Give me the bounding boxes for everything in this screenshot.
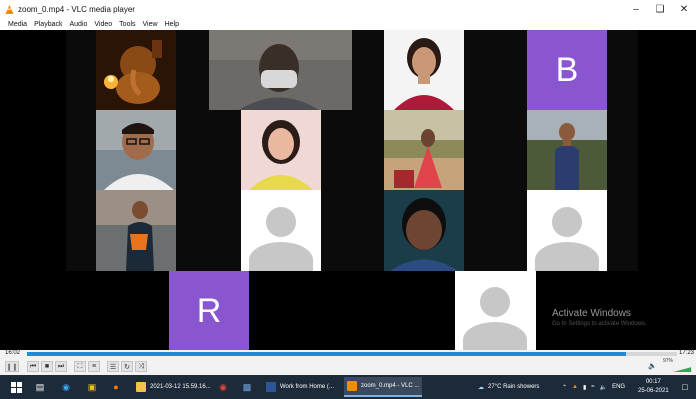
participant-avatar-tile: [455, 271, 536, 350]
folder-icon: [136, 382, 146, 392]
man-glasses-image: [96, 110, 176, 190]
activate-windows-title: Activate Windows: [552, 308, 631, 319]
weather-widget[interactable]: ☁ 27°C Rain showers: [478, 375, 539, 399]
maximize-button[interactable]: ❏: [648, 0, 672, 19]
man-blue-shirt-tile: [527, 110, 607, 190]
vlc-icon: [347, 381, 357, 391]
woman-outdoor-image: [384, 110, 464, 190]
menu-playback[interactable]: Playback: [34, 21, 62, 28]
title-bar: zoom_0.mp4 - VLC media player – ❏ ✕: [0, 0, 696, 19]
system-clock[interactable]: 00:17 25-06-2021: [638, 378, 669, 396]
speaker-icon[interactable]: 🔈: [600, 384, 607, 391]
notification-icon[interactable]: □: [679, 381, 691, 393]
fullscreen-button[interactable]: ⛶: [74, 361, 86, 372]
woman-red-top-tile: [384, 30, 464, 110]
man-orange-shirt-image: [96, 190, 176, 271]
taskbar-app-label: Work from Home (...: [280, 384, 334, 390]
taskbar-app-word[interactable]: Work from Home (...: [263, 377, 339, 397]
loop-button[interactable]: ↻: [121, 361, 133, 372]
menu-tools[interactable]: Tools: [119, 21, 135, 28]
minimize-button[interactable]: –: [624, 0, 648, 19]
woman-yellow-tile: [241, 110, 321, 190]
seek-progress: [27, 352, 627, 356]
menu-help[interactable]: Help: [165, 21, 179, 28]
man-glasses-tile: [96, 110, 176, 190]
menu-view[interactable]: View: [143, 21, 158, 28]
clock-date: 25-06-2021: [638, 388, 669, 394]
avatar-body-shape: [249, 242, 313, 271]
avatar-placeholder-icon: [552, 207, 582, 237]
pause-button[interactable]: ❙❙: [5, 361, 19, 372]
previous-button[interactable]: ⏮: [27, 361, 39, 372]
masked-man-tile: [209, 30, 352, 110]
taskbar-app-label: zoom_0.mp4 - VLC ...: [361, 383, 420, 389]
menu-media[interactable]: Media: [8, 21, 27, 28]
participant-initial: R: [196, 291, 222, 330]
battery-icon[interactable]: ▮: [583, 384, 586, 391]
language-indicator[interactable]: ENG: [612, 384, 625, 390]
volume-level-shape: [673, 367, 692, 372]
chevron-up-icon[interactable]: ⌃: [562, 384, 567, 391]
chrome-icon[interactable]: ◉: [217, 381, 229, 393]
seek-slider[interactable]: [27, 352, 677, 356]
avatar-placeholder-icon: [480, 287, 510, 317]
participant-avatar-tile: [241, 190, 321, 271]
man-blue-shirt-image: [527, 110, 607, 190]
taskbar-app-label: 2021-03-12 15.59.16...: [150, 384, 211, 390]
wifi-icon[interactable]: ≈: [591, 384, 594, 390]
vlc-tray-icon[interactable]: ▲: [572, 384, 578, 390]
stop-button[interactable]: ■: [41, 361, 53, 372]
avatar-body-shape: [535, 242, 599, 271]
menu-video[interactable]: Video: [94, 21, 112, 28]
menu-bar: Media Playback Audio Video Tools View He…: [0, 19, 696, 30]
playlist-button[interactable]: ☰: [107, 361, 119, 372]
ganesha-tile: [96, 30, 176, 110]
man-selfie-image: [384, 190, 464, 271]
woman-outdoor-tile: [384, 110, 464, 190]
vlc-cone-icon: [5, 5, 14, 14]
close-button[interactable]: ✕: [672, 0, 696, 19]
windows-taskbar: ▤ ◉ ▣ ● 2021-03-12 15.59.16... ◉ ▩ Work …: [0, 375, 696, 399]
participant-avatar-tile: [527, 190, 607, 271]
extended-settings-button[interactable]: ≡: [88, 361, 100, 372]
window-title: zoom_0.mp4 - VLC media player: [18, 5, 135, 14]
avatar-placeholder-icon: [266, 207, 296, 237]
taskbar-app-vlc[interactable]: zoom_0.mp4 - VLC ...: [344, 377, 422, 397]
avatar-body-shape: [463, 322, 527, 350]
volume-speaker-icon[interactable]: 🔈: [648, 362, 657, 370]
masked-man-image: [209, 30, 352, 110]
activate-windows-subtitle: Go to Settings to activate Windows.: [552, 321, 647, 327]
participant-r-tile: R: [169, 271, 249, 350]
firefox-icon[interactable]: ●: [110, 381, 122, 393]
next-button[interactable]: ⏭: [55, 361, 67, 372]
man-selfie-tile: [384, 190, 464, 271]
woman-red-top-image: [384, 30, 464, 110]
ganesha-image: [96, 30, 176, 110]
man-orange-shirt-tile: [96, 190, 176, 271]
word-icon: [266, 382, 276, 392]
edge-browser-icon[interactable]: ◉: [60, 381, 72, 393]
participant-b-tile: B: [527, 30, 607, 110]
taskbar-app-folder[interactable]: 2021-03-12 15.59.16...: [133, 377, 211, 397]
system-tray: ⌃ ▲ ▮ ≈ 🔈 ENG: [562, 375, 625, 399]
store-icon[interactable]: ▣: [86, 381, 98, 393]
elapsed-time: 16:02: [5, 350, 21, 356]
weather-text: 27°C Rain showers: [488, 384, 540, 390]
video-area[interactable]: B R Activate Windows Go to Settings to a…: [0, 30, 696, 350]
clock-time: 00:17: [645, 379, 661, 385]
task-view-icon[interactable]: ▤: [34, 381, 46, 393]
participant-initial: B: [555, 50, 579, 89]
woman-yellow-image: [241, 110, 321, 190]
vlc-window: zoom_0.mp4 - VLC media player – ❏ ✕ Medi…: [0, 0, 696, 399]
shuffle-button[interactable]: ⤨: [135, 361, 147, 372]
seek-bar: 16:02 17:23: [0, 350, 696, 358]
playback-controls: ❙❙ ⏮ ■ ⏭ ⛶ ≡ ☰ ↻ ⤨ 🔈 97%: [0, 358, 696, 375]
cloud-rain-icon: ☁: [478, 384, 484, 391]
photos-icon[interactable]: ▩: [241, 381, 253, 393]
total-time: 17:23: [678, 350, 694, 356]
windows-start-icon[interactable]: [10, 381, 22, 393]
menu-audio[interactable]: Audio: [69, 21, 87, 28]
volume-slider[interactable]: [658, 363, 692, 372]
